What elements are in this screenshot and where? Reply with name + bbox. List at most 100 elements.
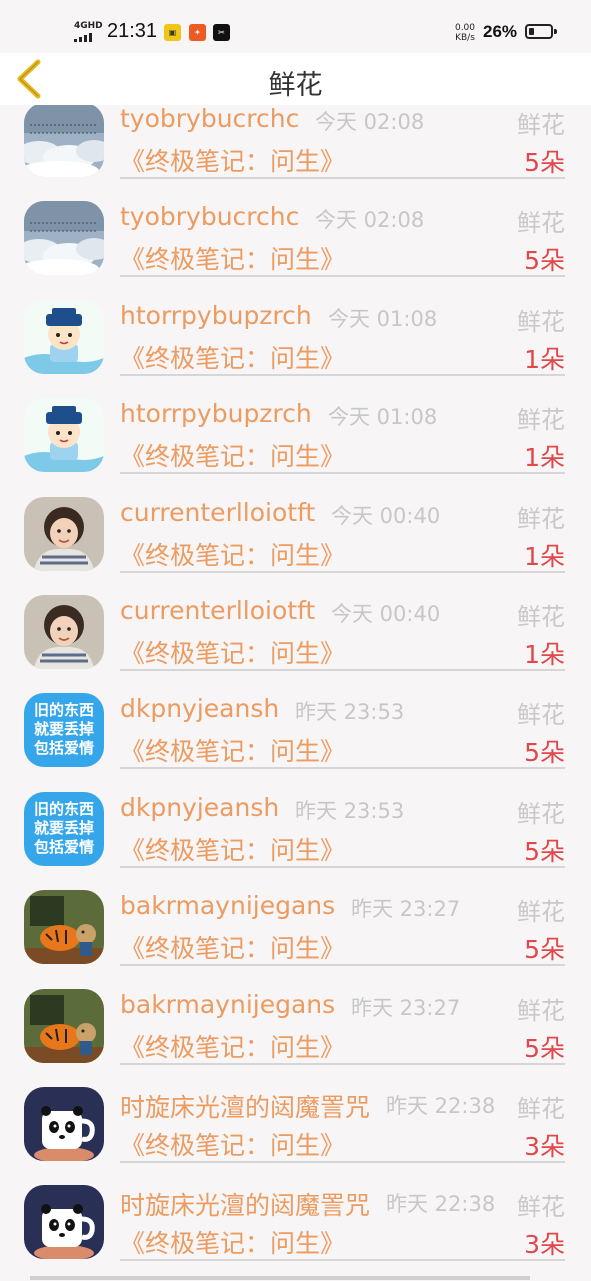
timestamp: 今天 01:08 xyxy=(328,306,438,331)
gift-type-label: 鲜花 xyxy=(517,799,565,828)
timestamp: 今天 02:08 xyxy=(315,208,425,233)
list-item[interactable]: tyobrybucrchc 今天 02:08 鲜花 《终极笔记：问生》 5朵 xyxy=(0,198,591,296)
book-title[interactable]: 《终极笔记：问生》 xyxy=(120,929,345,965)
text-avatar[interactable]: 旧的东西 就要丢掉 包括爱情 xyxy=(24,693,104,768)
timestamp: 昨天 22:38 xyxy=(386,1192,496,1217)
username[interactable]: 时旋床光澶的闼魔詈咒 xyxy=(120,1186,370,1222)
gift-type-label: 鲜花 xyxy=(517,504,565,533)
username[interactable]: dkpnyjeansh xyxy=(120,793,279,822)
username[interactable]: tyobrybucrchc xyxy=(120,202,299,231)
book-title[interactable]: 《终极笔记：问生》 xyxy=(120,437,345,473)
status-bar: 4GHD 21:31 ▣ ✦ ✂ 0.00 KB/s 26% xyxy=(0,0,591,56)
list-item[interactable]: 旧的东西 就要丢掉 包括爱情 dkpnyjeansh 昨天 23:53 鲜花 《终极… xyxy=(0,690,591,788)
list-item[interactable]: htorrpybupzrch 今天 01:08 鲜花 《终极笔记：问生》 1朵 xyxy=(0,297,591,395)
gift-count: 5朵 xyxy=(524,935,565,965)
list-item[interactable]: bakrmaynijegans 昨天 23:27 鲜花 《终极笔记：问生》 5朵 xyxy=(0,986,591,1084)
timestamp: 昨天 23:53 xyxy=(295,798,405,823)
book-title[interactable]: 《终极笔记：问生》 xyxy=(120,634,345,670)
list-item[interactable]: 时旋床光澶的闼魔詈咒 昨天 22:38 鲜花 《终极笔记：问生》 3朵 xyxy=(0,1182,591,1280)
username[interactable]: htorrpybupzrch xyxy=(120,399,312,428)
gift-record-list[interactable]: tyobrybucrchc 今天 02:08 鲜花 《终极笔记：问生》 5朵 t… xyxy=(0,100,591,1281)
row-divider xyxy=(120,767,565,770)
panda-mug-avatar[interactable] xyxy=(24,1086,104,1161)
gift-type-label: 鲜花 xyxy=(517,406,565,435)
gift-type-label: 鲜花 xyxy=(517,307,565,336)
row-divider xyxy=(120,964,565,967)
list-item[interactable]: htorrpybupzrch 今天 01:08 鲜花 《终极笔记：问生》 1朵 xyxy=(0,395,591,493)
clock: 21:31 xyxy=(107,20,158,42)
timestamp: 昨天 23:27 xyxy=(351,995,461,1020)
timestamp: 昨天 22:38 xyxy=(386,1093,496,1118)
list-item[interactable]: bakrmaynijegans 昨天 23:27 鲜花 《终极笔记：问生》 5朵 xyxy=(0,887,591,985)
clouds-avatar[interactable] xyxy=(24,201,104,276)
svg-text:包括爱情: 包括爱情 xyxy=(34,739,94,757)
row-divider xyxy=(120,865,565,868)
book-title[interactable]: 《终极笔记：问生》 xyxy=(120,536,345,572)
network-speed: 0.00 KB/s xyxy=(454,23,476,43)
row-divider xyxy=(120,570,565,573)
timestamp: 昨天 23:53 xyxy=(295,700,405,725)
child-photo-avatar[interactable] xyxy=(24,496,104,571)
gift-type-label: 鲜花 xyxy=(517,996,565,1025)
book-title[interactable]: 《终极笔记：问生》 xyxy=(120,732,345,768)
text-avatar[interactable]: 旧的东西 就要丢掉 包括爱情 xyxy=(24,791,104,866)
gift-type-label: 鲜花 xyxy=(517,701,565,730)
gift-type-label: 鲜花 xyxy=(517,209,565,238)
username[interactable]: htorrpybupzrch xyxy=(120,301,312,330)
gift-count: 3朵 xyxy=(524,1230,565,1260)
book-title[interactable]: 《终极笔记：问生》 xyxy=(120,240,345,276)
svg-text:包括爱情: 包括爱情 xyxy=(34,838,94,856)
next-row-peek xyxy=(30,1276,530,1280)
row-divider xyxy=(120,1160,565,1163)
cartoon-boy-avatar[interactable] xyxy=(24,398,104,473)
gift-count: 5朵 xyxy=(524,836,565,866)
row-divider xyxy=(120,1259,565,1262)
username[interactable]: tyobrybucrchc xyxy=(120,104,299,133)
gift-type-label: 鲜花 xyxy=(517,602,565,631)
username[interactable]: currenterlloiotft xyxy=(120,596,315,625)
capcut-icon: ✂ xyxy=(213,24,230,41)
child-photo-avatar[interactable] xyxy=(24,594,104,669)
gift-count: 1朵 xyxy=(524,443,565,473)
username[interactable]: 时旋床光澶的闼魔詈咒 xyxy=(120,1088,370,1124)
gift-count: 1朵 xyxy=(524,344,565,374)
gift-count: 5朵 xyxy=(524,148,565,177)
list-item[interactable]: currenterlloiotft 今天 00:40 鲜花 《终极笔记：问生》 … xyxy=(0,494,591,592)
list-item[interactable]: currenterlloiotft 今天 00:40 鲜花 《终极笔记：问生》 … xyxy=(0,592,591,690)
book-title[interactable]: 《终极笔记：问生》 xyxy=(120,1028,345,1064)
timestamp: 今天 00:40 xyxy=(331,503,441,528)
timestamp: 今天 01:08 xyxy=(328,405,438,430)
username[interactable]: currenterlloiotft xyxy=(120,498,315,527)
network-type: 4GHD xyxy=(74,21,103,31)
gift-count: 1朵 xyxy=(524,541,565,571)
panda-mug-avatar[interactable] xyxy=(24,1185,104,1260)
svg-text:旧的东西: 旧的东西 xyxy=(34,701,94,719)
book-title[interactable]: 《终极笔记：问生》 xyxy=(120,142,345,178)
gift-count: 1朵 xyxy=(524,639,565,669)
clouds-avatar[interactable] xyxy=(24,103,104,177)
battery-icon xyxy=(525,24,557,39)
page-title: 鲜花 xyxy=(268,70,323,101)
nav-header: 鲜花 xyxy=(0,53,591,105)
row-divider xyxy=(120,1062,565,1065)
app-icon-1: ▣ xyxy=(164,24,181,41)
gift-type-label: 鲜花 xyxy=(517,1193,565,1222)
gift-type-label: 鲜花 xyxy=(517,898,565,927)
cartoon-boy-avatar[interactable] xyxy=(24,299,104,374)
book-title[interactable]: 《终极笔记：问生》 xyxy=(120,1126,345,1162)
username[interactable]: bakrmaynijegans xyxy=(120,990,335,1019)
gift-count: 5朵 xyxy=(524,738,565,768)
list-item[interactable]: tyobrybucrchc 今天 02:08 鲜花 《终极笔记：问生》 5朵 xyxy=(0,100,591,198)
list-item[interactable]: 时旋床光澶的闼魔詈咒 昨天 22:38 鲜花 《终极笔记：问生》 3朵 xyxy=(0,1084,591,1182)
username[interactable]: bakrmaynijegans xyxy=(120,891,335,920)
tiger-cartoon-avatar[interactable] xyxy=(24,988,104,1063)
signal-icon xyxy=(74,33,100,42)
timestamp: 今天 00:40 xyxy=(331,601,441,626)
book-title[interactable]: 《终极笔记：问生》 xyxy=(120,339,345,375)
tiger-cartoon-avatar[interactable] xyxy=(24,890,104,965)
gift-count: 5朵 xyxy=(524,1033,565,1063)
book-title[interactable]: 《终极笔记：问生》 xyxy=(120,831,345,867)
username[interactable]: dkpnyjeansh xyxy=(120,694,279,723)
list-item[interactable]: 旧的东西 就要丢掉 包括爱情 dkpnyjeansh 昨天 23:53 鲜花 《终极… xyxy=(0,789,591,887)
book-title[interactable]: 《终极笔记：问生》 xyxy=(120,1224,345,1260)
